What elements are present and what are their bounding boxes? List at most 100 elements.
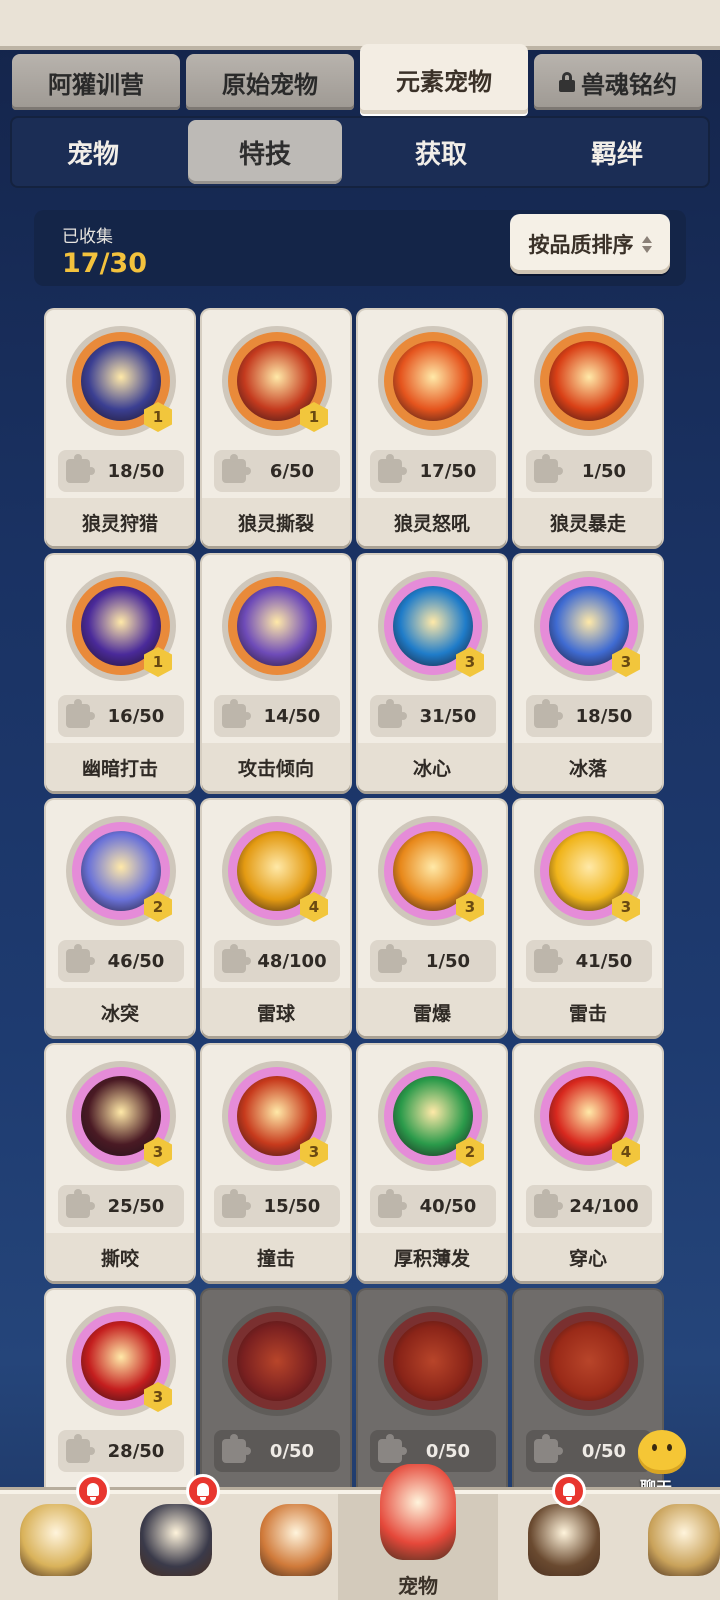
fragment-progress: 46/50 [58,940,184,982]
fragment-count: 17/50 [419,460,477,482]
subtab-obtain[interactable]: 获取 [364,120,518,184]
fragment-count: 1/50 [425,950,471,972]
fragment-count: 40/50 [419,1195,477,1217]
fragment-count: 16/50 [107,705,165,727]
nav-item-bear[interactable] [508,1494,620,1600]
skill-icon [384,1312,482,1410]
puzzle-piece-icon [66,454,95,483]
puzzle-piece-icon [534,944,563,973]
tab-primitive-pets[interactable]: 原始宠物 [186,54,354,110]
skill-card[interactable]: 1 6/50 狼灵撕裂 [202,310,350,546]
skill-name: 撞击 [202,1233,350,1281]
subtab-pets[interactable]: 宠物 [16,120,170,184]
collection-label: 已收集 [62,227,113,247]
puzzle-piece-icon [378,944,407,973]
fragment-count: 1/50 [581,460,627,482]
skill-card[interactable]: 2 46/50 冰突 [46,800,194,1036]
puzzle-piece-icon [222,944,251,973]
skill-card[interactable]: 4 24/100 穿心 [514,1045,662,1281]
nav-item-camp[interactable] [0,1494,112,1600]
skill-card[interactable]: 1/50 狼灵暴走 [514,310,662,546]
nav-item-totem[interactable] [240,1494,352,1600]
subtab-skills[interactable]: 特技 [188,120,342,184]
fragment-count: 15/50 [263,1195,321,1217]
skill-card[interactable]: 3 1/50 雷爆 [358,800,506,1036]
puzzle-piece-icon [534,454,563,483]
character-avatar [380,1464,456,1560]
fragment-count: 41/50 [575,950,633,972]
tab-label: 元素宠物 [396,67,492,96]
tab-element-pets[interactable]: 元素宠物 [360,44,528,114]
skill-card[interactable]: 3 41/50 雷击 [514,800,662,1036]
skill-name: 冰突 [46,988,194,1036]
fragment-count: 6/50 [269,460,315,482]
skill-card[interactable]: 3 18/50 冰落 [514,555,662,791]
collection-count: 17/30 [62,248,148,279]
fragment-progress: 25/50 [58,1185,184,1227]
fragment-count: 28/50 [107,1440,165,1462]
puzzle-piece-icon [222,454,251,483]
fragment-progress: 40/50 [370,1185,496,1227]
skill-card[interactable]: 17/50 狼灵怒吼 [358,310,506,546]
skill-icon [540,1312,638,1410]
nav-item-hero[interactable] [120,1494,232,1600]
puzzle-piece-icon [534,699,563,728]
puzzle-piece-icon [66,1189,95,1218]
top-banner [0,0,720,50]
fragment-count: 24/100 [569,1195,639,1217]
tab-training-camp[interactable]: 阿獾训营 [12,54,180,110]
skill-card[interactable]: 1 18/50 狼灵狩猎 [46,310,194,546]
puzzle-piece-icon [378,454,407,483]
skill-icon [384,332,482,430]
character-avatar [140,1504,212,1576]
tab-label: 兽魂铭约 [581,70,677,99]
fragment-progress: 17/50 [370,450,496,492]
fragment-progress: 16/50 [58,695,184,737]
subtab-bonds[interactable]: 羁绊 [540,120,694,184]
nav-item-tribe[interactable] [628,1494,720,1600]
sort-by-quality-button[interactable]: 按品质排序 [510,214,670,274]
skill-name: 狼灵狩猎 [46,498,194,546]
skill-card[interactable]: 3 15/50 撞击 [202,1045,350,1281]
skill-card[interactable]: 2 40/50 厚积薄发 [358,1045,506,1281]
subtab-label: 特技 [238,139,291,170]
skill-icon [228,577,326,675]
skill-icon [228,1312,326,1410]
subtab-label: 获取 [414,139,467,170]
puzzle-piece-icon [534,1434,563,1463]
fragment-count: 31/50 [419,705,477,727]
collection-panel: 已收集 17/30 按品质排序 [34,210,686,286]
skill-name: 狼灵撕裂 [202,498,350,546]
notification-bell-icon [76,1474,110,1508]
fragment-count: 46/50 [107,950,165,972]
tab-label: 原始宠物 [222,70,318,99]
character-avatar [20,1504,92,1576]
skill-name: 雷击 [514,988,662,1036]
fragment-progress: 1/50 [526,450,652,492]
tab-beast-soul[interactable]: 兽魂铭约 [534,54,702,110]
skill-card[interactable]: 3 31/50 冰心 [358,555,506,791]
puzzle-piece-icon [66,1434,95,1463]
fragment-count: 14/50 [263,705,321,727]
skill-card[interactable]: 3 25/50 撕咬 [46,1045,194,1281]
sort-button-label: 按品质排序 [528,233,634,257]
fragment-progress: 6/50 [214,450,340,492]
fragment-progress: 24/100 [526,1185,652,1227]
skill-name: 狼灵怒吼 [358,498,506,546]
skill-card[interactable]: 14/50 攻击倾向 [202,555,350,791]
puzzle-piece-icon [222,1189,251,1218]
skill-name: 雷球 [202,988,350,1036]
skill-card[interactable]: 4 48/100 雷球 [202,800,350,1036]
sub-tab-bar: 宠物 特技 获取 羁绊 [10,116,710,188]
fragment-progress: 14/50 [214,695,340,737]
nav-item-pets[interactable]: 宠物 [338,1464,498,1600]
fragment-progress: 18/50 [58,450,184,492]
fragment-progress: 18/50 [526,695,652,737]
puzzle-piece-icon [222,699,251,728]
puzzle-piece-icon [222,1434,251,1463]
character-avatar [528,1504,600,1576]
skill-card[interactable]: 1 16/50 幽暗打击 [46,555,194,791]
skill-name: 厚积薄发 [358,1233,506,1281]
notification-bell-icon [552,1474,586,1508]
fragment-count: 18/50 [575,705,633,727]
